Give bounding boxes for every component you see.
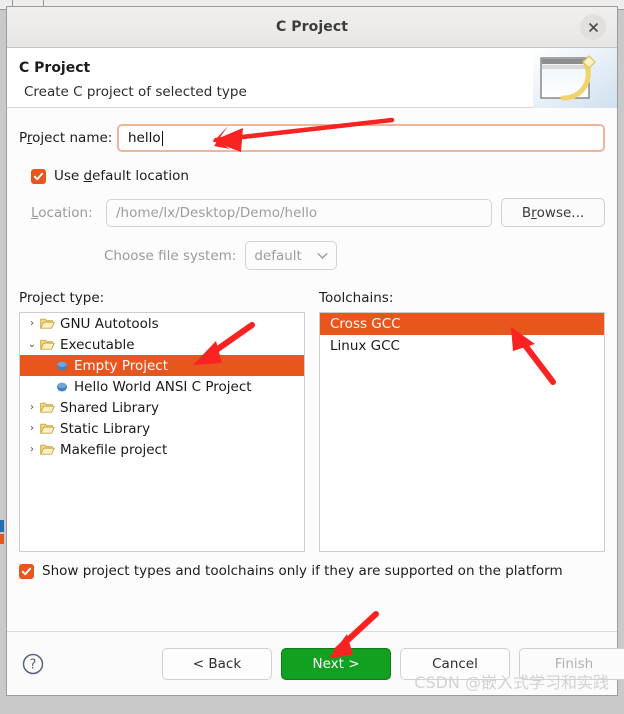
file-system-select[interactable]: default (245, 241, 338, 270)
project-type-item[interactable]: › Static Library (20, 418, 304, 439)
location-value: /home/lx/Desktop/Demo/hello (116, 204, 318, 221)
page-title: C Project (19, 60, 91, 76)
dialog-footer: ? < Back Next > Cancel Finish CSDN @嵌入式学… (7, 631, 624, 695)
folder-icon (40, 317, 55, 330)
text-cursor (161, 130, 163, 146)
file-system-value: default (254, 247, 302, 264)
toolchain-item-label: Cross GCC (330, 316, 401, 332)
project-name-row: Project name: hello (19, 124, 605, 152)
finish-button: Finish (519, 647, 624, 680)
chevron-right-icon[interactable]: › (24, 318, 40, 329)
back-button[interactable]: < Back (162, 647, 272, 680)
folder-icon (40, 443, 55, 456)
location-input[interactable]: /home/lx/Desktop/Demo/hello (106, 198, 492, 227)
window-title: C Project (275, 19, 349, 35)
project-type-item[interactable]: › GNU Autotools (20, 313, 304, 334)
help-icon[interactable]: ? (21, 652, 45, 676)
use-default-location-checkbox[interactable] (31, 168, 46, 184)
project-type-item[interactable]: ⌄ Executable (20, 334, 304, 355)
sphere-icon (56, 360, 68, 372)
project-type-item-label: Empty Project (74, 357, 169, 374)
project-type-item-label: Hello World ANSI C Project (74, 378, 252, 395)
toolchains-list[interactable]: Cross GCC Linux GCC (319, 312, 605, 552)
project-type-item-label: Executable (60, 336, 135, 353)
folder-icon (40, 401, 55, 414)
folder-icon (40, 422, 55, 435)
close-icon[interactable] (580, 14, 606, 40)
sphere-icon (56, 381, 68, 393)
cancel-button[interactable]: Cancel (400, 647, 510, 680)
next-button[interactable]: Next > (281, 647, 391, 680)
chevron-down-icon[interactable]: ⌄ (24, 339, 40, 350)
project-name-input[interactable]: hello (117, 124, 605, 152)
chevron-right-icon[interactable]: › (24, 444, 40, 455)
use-default-location-label: Use default location (54, 168, 189, 184)
project-type-item-label: Shared Library (60, 399, 160, 416)
project-name-label: Project name: (19, 130, 113, 146)
project-type-item-label: GNU Autotools (60, 315, 159, 332)
toolchain-item[interactable]: Cross GCC (320, 313, 604, 335)
toolchains-caption: Toolchains: (319, 290, 394, 306)
file-system-label: Choose file system: (104, 247, 237, 264)
browse-button[interactable]: Br owse... (501, 198, 605, 227)
project-type-item-label: Static Library (60, 420, 151, 437)
chevron-down-icon (317, 248, 328, 264)
background-accent (0, 534, 4, 544)
show-supported-label: Show project types and toolchains only i… (42, 563, 563, 579)
footer-buttons: < Back Next > Cancel Finish (162, 647, 624, 680)
use-default-location-row[interactable]: Use default location (31, 168, 605, 184)
location-label: Location: (31, 204, 93, 221)
wizard-banner-icon (533, 48, 617, 108)
lists-section: Project type: › GNU Autotools ⌄ Executable E… (19, 290, 605, 552)
chevron-right-icon[interactable]: › (24, 423, 40, 434)
dialog-header: C Project Create C project of selected t… (7, 48, 617, 108)
file-system-row: Choose file system: default (104, 241, 605, 270)
chevron-right-icon[interactable]: › (24, 402, 40, 413)
toolchain-item[interactable]: Linux GCC (320, 335, 604, 357)
dialog-titlebar: C Project (7, 7, 617, 48)
project-type-caption: Project type: (19, 290, 105, 306)
project-type-column: Project type: › GNU Autotools ⌄ Executable E… (19, 290, 305, 552)
project-type-tree[interactable]: › GNU Autotools ⌄ Executable Empty Project He… (19, 312, 305, 552)
project-type-item[interactable]: › Shared Library (20, 397, 304, 418)
background-accent (0, 520, 4, 532)
show-supported-row[interactable]: Show project types and toolchains only i… (19, 563, 605, 579)
page-subtitle: Create C project of selected type (24, 84, 247, 100)
toolchain-item-label: Linux GCC (330, 338, 400, 354)
location-row: Location: /home/lx/Desktop/Demo/hello Br… (31, 198, 605, 227)
project-type-item[interactable]: Hello World ANSI C Project (20, 376, 304, 397)
project-type-item-label: Makefile project (60, 441, 168, 458)
show-supported-checkbox[interactable] (19, 563, 34, 579)
toolchains-column: Toolchains: Cross GCC Linux GCC (319, 290, 605, 552)
project-name-value: hello (128, 130, 161, 146)
folder-icon (40, 338, 55, 351)
svg-text:?: ? (30, 657, 37, 672)
c-project-dialog: C Project C Project Create C project of … (6, 6, 624, 696)
project-type-item[interactable]: Empty Project (20, 355, 304, 376)
dialog-body: Project name: hello Use default location… (7, 108, 617, 631)
project-type-item[interactable]: › Makefile project (20, 439, 304, 460)
